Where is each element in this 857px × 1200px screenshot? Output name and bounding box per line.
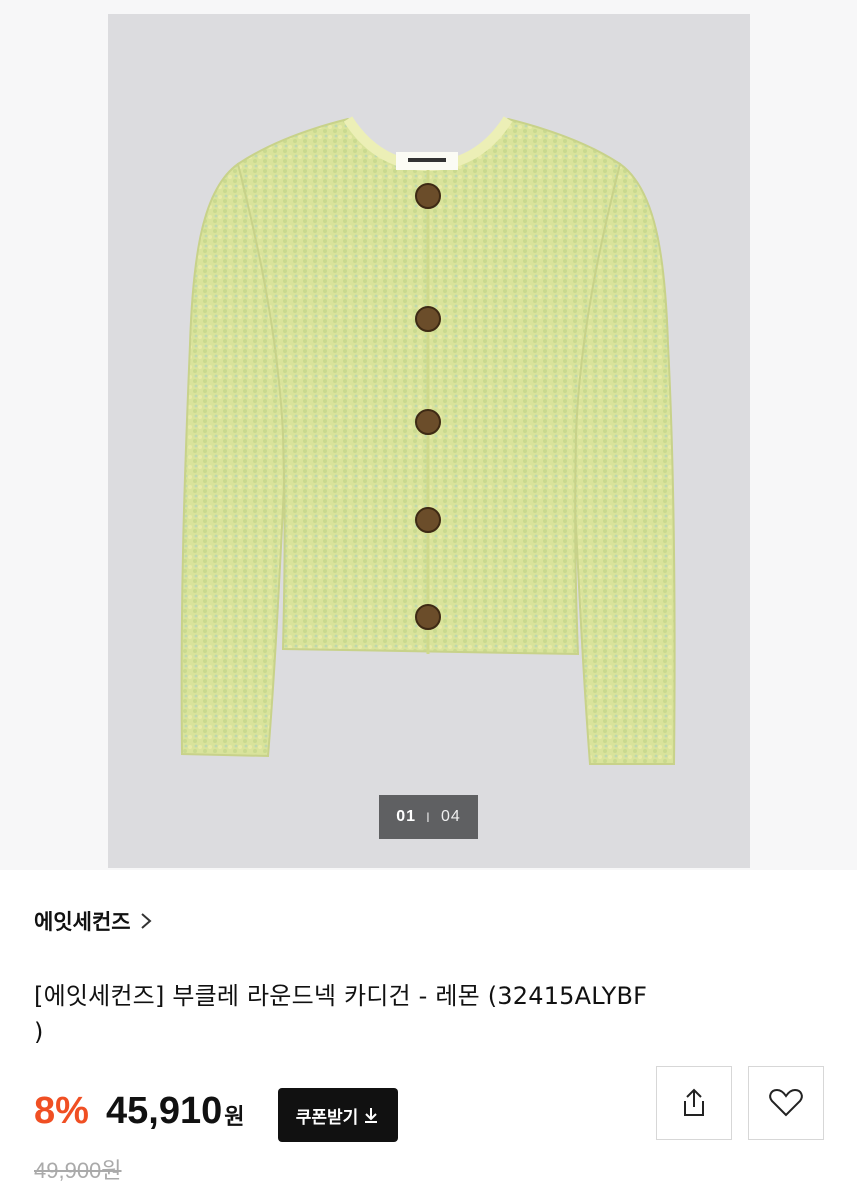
share-button[interactable]: [656, 1066, 732, 1140]
brand-name: 에잇세컨즈: [34, 910, 131, 934]
product-title-line-2: ): [34, 1018, 44, 1046]
share-icon: [684, 1088, 704, 1116]
download-icon: [365, 1108, 378, 1123]
wishlist-button[interactable]: [748, 1066, 824, 1140]
brand-link[interactable]: 에잇세컨즈: [34, 906, 153, 936]
original-price: 49,900원: [34, 1158, 122, 1183]
product-title: [에잇세컨즈] 부클레 라운드넥 카디건 - 레몬 (32415ALYBF ): [34, 978, 734, 1050]
cardigan-illustration: [180, 116, 676, 765]
image-counter: 01 I 04: [379, 795, 478, 839]
product-gallery[interactable]: 01 I 04: [0, 0, 857, 870]
discount-rate: 8%: [34, 1090, 89, 1132]
product-title-line-1: [에잇세컨즈] 부클레 라운드넥 카디건 - 레몬 (32415ALYBF: [34, 982, 648, 1010]
image-counter-current: 01: [396, 808, 417, 825]
image-counter-total: 04: [440, 808, 461, 825]
chevron-right-icon: [140, 913, 152, 929]
sale-price-unit: 원: [224, 1105, 245, 1130]
product-photo[interactable]: 01 I 04: [108, 14, 750, 868]
coupon-button-label: 쿠폰받기: [295, 1107, 359, 1128]
coupon-download-button[interactable]: 쿠폰받기: [278, 1088, 398, 1142]
image-counter-separator: I: [426, 809, 431, 825]
sale-price: 45,910 원: [106, 1090, 244, 1133]
heart-icon: [769, 1088, 803, 1117]
sale-price-value: 45,910: [106, 1090, 223, 1132]
